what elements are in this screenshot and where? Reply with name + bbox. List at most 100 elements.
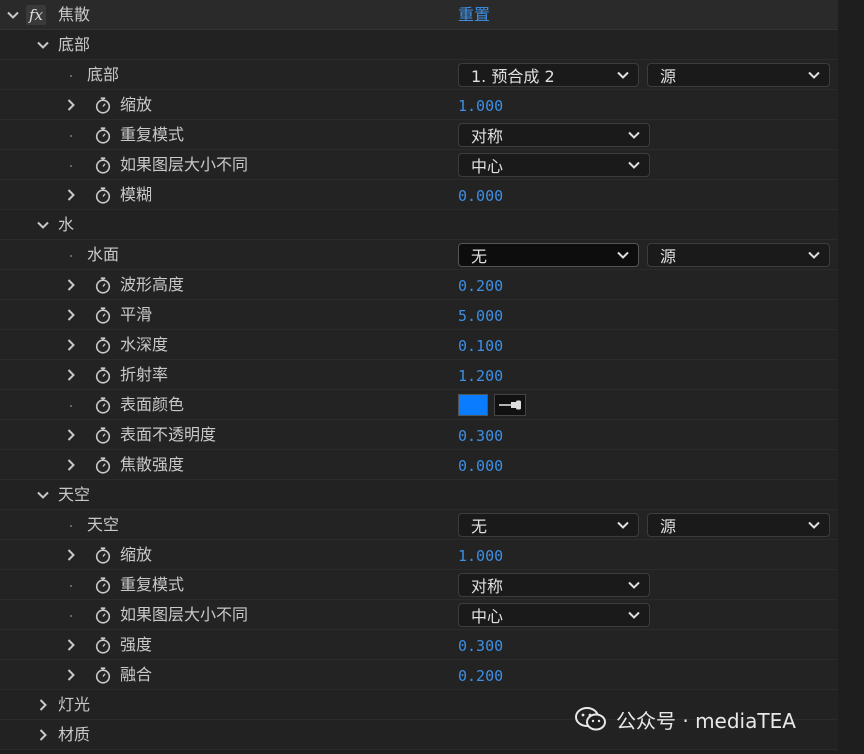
- property-value[interactable]: 0.000: [458, 455, 503, 477]
- chevron-right-icon[interactable]: [64, 458, 78, 472]
- property-row: 重复模式 对称: [0, 570, 838, 600]
- chevron-right-icon[interactable]: [64, 368, 78, 382]
- select-value: 无: [471, 247, 488, 266]
- property-row: 水深度 0.100: [0, 330, 838, 360]
- stopwatch-icon[interactable]: [94, 456, 112, 474]
- property-value[interactable]: 5.000: [458, 305, 503, 327]
- chevron-down-icon[interactable]: [36, 488, 50, 502]
- eyedropper-icon: [499, 400, 521, 410]
- property-value[interactable]: 0.000: [458, 185, 503, 207]
- chevron-right-icon[interactable]: [36, 728, 50, 742]
- reset-link[interactable]: 重置: [458, 4, 490, 26]
- property-value[interactable]: 0.200: [458, 275, 503, 297]
- property-value[interactable]: 1.000: [458, 95, 503, 117]
- select-value: 中心: [471, 157, 504, 176]
- stopwatch-icon[interactable]: [94, 606, 112, 624]
- select-value: 源: [660, 67, 677, 86]
- bullet-dot: [70, 165, 72, 167]
- eyedropper-button[interactable]: [494, 394, 526, 416]
- property-row: 如果图层大小不同 中心: [0, 600, 838, 630]
- group-title: 天空: [58, 485, 91, 504]
- select-value: 中心: [471, 607, 504, 626]
- dropdown-arrow-icon: [616, 248, 630, 262]
- watermark-text: 公众号 · mediaTEA: [616, 708, 796, 733]
- chevron-down-icon[interactable]: [36, 218, 50, 232]
- select-value: 1. 预合成 2: [471, 67, 555, 86]
- bullet-dot: [70, 585, 72, 587]
- select-value: 源: [660, 517, 677, 536]
- source-select[interactable]: 源: [647, 243, 830, 267]
- property-value[interactable]: 0.300: [458, 425, 503, 447]
- select-value: 源: [660, 247, 677, 266]
- stopwatch-icon[interactable]: [94, 276, 112, 294]
- bullet-dot: [70, 135, 72, 137]
- group-title: 材质: [58, 725, 91, 744]
- property-row: 缩放 1.000: [0, 90, 838, 120]
- surface-color-swatch[interactable]: [458, 394, 488, 416]
- chevron-down-icon[interactable]: [36, 38, 50, 52]
- stopwatch-icon[interactable]: [94, 666, 112, 684]
- chevron-right-icon[interactable]: [64, 338, 78, 352]
- bullet-dot: [70, 255, 72, 257]
- stopwatch-icon[interactable]: [94, 576, 112, 594]
- group-title: 灯光: [58, 695, 91, 714]
- chevron-right-icon[interactable]: [64, 668, 78, 682]
- stopwatch-icon[interactable]: [94, 96, 112, 114]
- dropdown-arrow-icon: [627, 578, 641, 592]
- stopwatch-icon[interactable]: [94, 636, 112, 654]
- property-label: 模糊: [120, 185, 153, 204]
- source-select[interactable]: 源: [647, 63, 830, 87]
- group-water-row[interactable]: 水: [0, 210, 838, 240]
- property-label: 焦散强度: [120, 455, 185, 474]
- repeat-mode-select[interactable]: 对称: [458, 573, 650, 597]
- chevron-right-icon[interactable]: [64, 98, 78, 112]
- chevron-right-icon[interactable]: [64, 308, 78, 322]
- select-value: 对称: [471, 127, 504, 146]
- chevron-right-icon[interactable]: [64, 638, 78, 652]
- property-row: 如果图层大小不同 中心: [0, 150, 838, 180]
- property-label: 重复模式: [120, 575, 185, 594]
- group-bottom-row[interactable]: 底部: [0, 30, 838, 60]
- stopwatch-icon[interactable]: [94, 546, 112, 564]
- chevron-right-icon[interactable]: [64, 278, 78, 292]
- effect-controls-panel: fx 焦散 重置 底部 底部 1. 预合成 2 源 缩放 1.000 重复模式 …: [0, 0, 838, 750]
- fx-toggle-icon[interactable]: fx: [26, 5, 46, 25]
- dropdown-arrow-icon: [807, 518, 821, 532]
- layer-select[interactable]: 无: [458, 243, 639, 267]
- property-value[interactable]: 1.200: [458, 365, 503, 387]
- property-value[interactable]: 0.100: [458, 335, 503, 357]
- property-row: 折射率 1.200: [0, 360, 838, 390]
- stopwatch-icon[interactable]: [94, 336, 112, 354]
- property-value[interactable]: 0.300: [458, 635, 503, 657]
- stopwatch-icon[interactable]: [94, 366, 112, 384]
- stopwatch-icon[interactable]: [94, 426, 112, 444]
- repeat-mode-select[interactable]: 对称: [458, 123, 650, 147]
- group-title: 底部: [58, 35, 91, 54]
- group-sky-row[interactable]: 天空: [0, 480, 838, 510]
- source-select[interactable]: 源: [647, 513, 830, 537]
- stopwatch-icon[interactable]: [94, 156, 112, 174]
- property-row: 表面颜色: [0, 390, 838, 420]
- wechat-icon: [575, 707, 606, 731]
- layer-size-select[interactable]: 中心: [458, 153, 650, 177]
- chevron-right-icon[interactable]: [64, 428, 78, 442]
- chevron-down-icon[interactable]: [6, 8, 20, 22]
- chevron-right-icon[interactable]: [64, 548, 78, 562]
- layer-size-select[interactable]: 中心: [458, 603, 650, 627]
- dropdown-arrow-icon: [616, 518, 630, 532]
- property-value[interactable]: 0.200: [458, 665, 503, 687]
- stopwatch-icon[interactable]: [94, 306, 112, 324]
- bullet-dot: [70, 75, 72, 77]
- select-value: 对称: [471, 577, 504, 596]
- layer-select[interactable]: 无: [458, 513, 639, 537]
- stopwatch-icon[interactable]: [94, 126, 112, 144]
- property-label: 融合: [120, 665, 153, 684]
- property-label: 如果图层大小不同: [120, 605, 249, 624]
- layer-select[interactable]: 1. 预合成 2: [458, 63, 639, 87]
- chevron-right-icon[interactable]: [36, 698, 50, 712]
- chevron-right-icon[interactable]: [64, 188, 78, 202]
- property-value[interactable]: 1.000: [458, 545, 503, 567]
- stopwatch-icon[interactable]: [94, 186, 112, 204]
- stopwatch-icon[interactable]: [94, 396, 112, 414]
- property-label: 缩放: [120, 545, 153, 564]
